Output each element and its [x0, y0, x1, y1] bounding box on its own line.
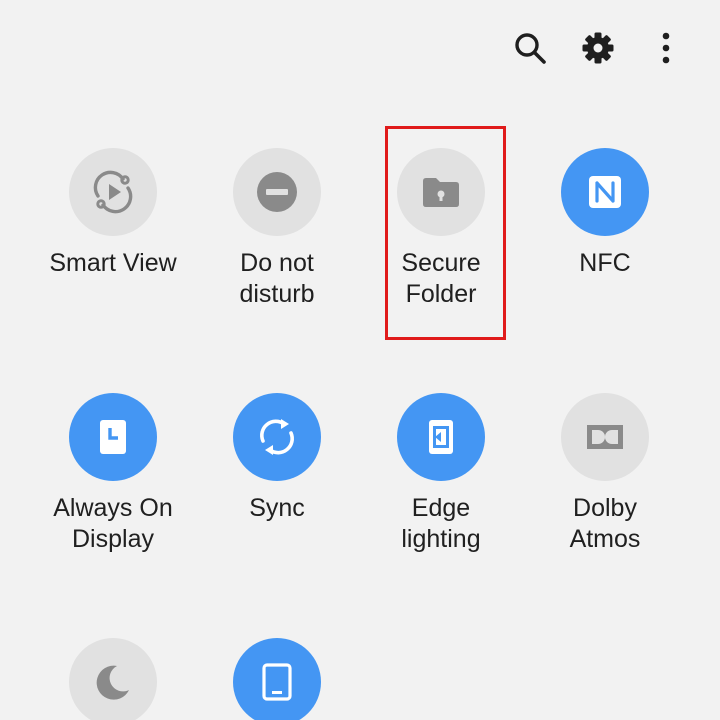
tile-dolby-atmos[interactable]: Dolby Atmos: [523, 393, 687, 555]
quick-settings-panel: Smart View Do notdisturb SecureFolder: [0, 0, 720, 720]
tile-toggle: [233, 638, 321, 720]
tile-night-mode[interactable]: [31, 638, 195, 720]
tile-toggle: [233, 393, 321, 481]
tile-toggle: [233, 148, 321, 236]
tile-nfc[interactable]: NFC: [523, 148, 687, 279]
tile-toggle: [397, 393, 485, 481]
tile-label: Smart View: [49, 249, 177, 277]
tile-tablet[interactable]: [195, 638, 359, 720]
tile-toggle: [69, 393, 157, 481]
tile-toggle: [561, 148, 649, 236]
tablet-icon: [262, 663, 292, 701]
tile-label: Sync: [249, 494, 305, 522]
nfc-icon: [589, 176, 621, 208]
dolby-atmos-icon: [587, 425, 623, 449]
tile-label: NFC: [579, 249, 631, 277]
smart-view-icon: [93, 170, 133, 214]
tile-toggle: [69, 148, 157, 236]
sync-icon: [260, 419, 294, 455]
search-button[interactable]: [506, 24, 554, 72]
more-vert-icon: [662, 32, 670, 64]
edge-lighting-icon: [429, 420, 453, 454]
tile-always-on-display[interactable]: Always On Display: [31, 393, 195, 555]
gear-icon: [582, 32, 614, 64]
tile-toggle: [561, 393, 649, 481]
night-mode-icon: [96, 665, 129, 700]
tile-sync[interactable]: Sync: [195, 393, 359, 524]
tile-do-not-disturb[interactable]: Do not disturb: [195, 148, 359, 310]
always-on-display-icon: [100, 420, 126, 454]
tile-label: Always On Display: [53, 494, 173, 553]
tile-label: Edge lighting: [401, 494, 481, 553]
search-icon: [515, 33, 546, 64]
tile-label: Dolby Atmos: [569, 494, 641, 553]
more-options-button[interactable]: [642, 24, 690, 72]
highlight-box: [385, 126, 506, 340]
tile-toggle: [69, 638, 157, 720]
tile-label: Do not disturb: [239, 249, 315, 308]
tile-edge-lighting[interactable]: Edge lighting: [359, 393, 523, 555]
quick-settings-toolbar: [486, 24, 690, 72]
settings-button[interactable]: [574, 24, 622, 72]
tile-smart-view[interactable]: Smart View: [31, 148, 195, 279]
do-not-disturb-icon: [257, 172, 297, 212]
